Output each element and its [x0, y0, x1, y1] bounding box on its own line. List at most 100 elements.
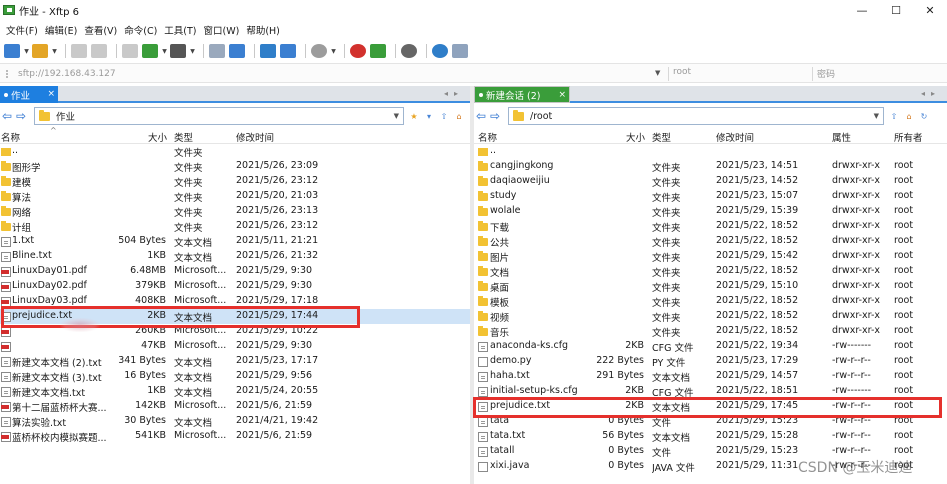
- table-row[interactable]: demo.py 222 Bytes PY 文件 2021/5/23, 17:29 -rw…: [474, 354, 947, 369]
- close-icon[interactable]: ×: [47, 89, 55, 99]
- chevron-down-icon[interactable]: ▼: [52, 44, 57, 58]
- table-row[interactable]: prejudice.txt 2KB 文本文档 2021/5/29, 17:45 -rw-…: [474, 399, 947, 414]
- record-icon[interactable]: [311, 44, 327, 58]
- close-button[interactable]: ✕: [913, 0, 947, 20]
- column-size[interactable]: 大小: [626, 130, 645, 144]
- table-row[interactable]: 音乐 文件夹 2021/5/22, 18:52 drwxr-xr-x root: [474, 324, 947, 339]
- table-row[interactable]: daqiaoweijiu 文件夹 2021/5/23, 14:52 drwxr-xr-…: [474, 174, 947, 189]
- table-row[interactable]: 下载 文件夹 2021/5/22, 18:52 drwxr-xr-x root: [474, 219, 947, 234]
- menu-view[interactable]: 查看(V): [84, 23, 117, 37]
- remote-path-input[interactable]: /root ▼: [508, 107, 884, 125]
- menu-file[interactable]: 文件(F): [6, 23, 38, 37]
- forward-arrow-icon[interactable]: ⇨: [14, 109, 28, 123]
- view-mode-icon[interactable]: [170, 44, 186, 58]
- table-row[interactable]: tata 0 Bytes 文件 2021/5/29, 15:23 -rw-r--r-- r…: [474, 414, 947, 429]
- maximize-button[interactable]: ☐: [879, 0, 913, 20]
- table-row[interactable]: wolale 文件夹 2021/5/29, 15:39 drwxr-xr-x root: [474, 204, 947, 219]
- table-row[interactable]: LinuxDay02.pdf 379KB Microsoft... 2021/5/29…: [0, 279, 470, 294]
- table-row[interactable]: 图形学 文件夹 2021/5/26, 23:09: [0, 159, 470, 174]
- sync-icon[interactable]: [280, 44, 296, 58]
- refresh-icon[interactable]: ↻: [468, 110, 470, 122]
- menu-command[interactable]: 命令(C): [124, 23, 157, 37]
- chat-icon[interactable]: [452, 44, 468, 58]
- column-owner[interactable]: 所有者: [894, 130, 923, 144]
- xftp-icon[interactable]: [370, 44, 386, 58]
- table-row[interactable]: haha.txt 291 Bytes 文本文档 2021/5/29, 14:57 -rw…: [474, 369, 947, 384]
- refresh-icon[interactable]: ↻: [918, 110, 930, 122]
- menu-help[interactable]: 帮助(H): [246, 23, 280, 37]
- transfer-icon[interactable]: [260, 44, 276, 58]
- table-row[interactable]: 视频 文件夹 2021/5/22, 18:52 drwxr-xr-x root: [474, 309, 947, 324]
- table-row[interactable]: 建模 文件夹 2021/5/26, 23:12: [0, 174, 470, 189]
- chevron-down-icon[interactable]: ▼: [874, 112, 879, 120]
- column-type[interactable]: 类型: [652, 130, 671, 144]
- column-type[interactable]: 类型: [174, 130, 193, 144]
- table-row[interactable]: .. 文件夹: [0, 144, 470, 159]
- table-row[interactable]: initial-setup-ks.cfg 2KB CFG 文件 2021/5/22, …: [474, 384, 947, 399]
- table-row[interactable]: 网络 文件夹 2021/5/26, 23:13: [0, 204, 470, 219]
- table-row[interactable]: Bline.txt 1KB 文本文档 2021/5/26, 21:32: [0, 249, 470, 264]
- connect-icon[interactable]: [71, 44, 87, 58]
- table-row[interactable]: 新建文本文档 (3).txt 16 Bytes 文本文档 2021/5/29, 9:5…: [0, 369, 470, 384]
- table-row[interactable]: cangjingkong 文件夹 2021/5/23, 14:51 drwxr-xr-…: [474, 159, 947, 174]
- menu-window[interactable]: 窗口(W): [204, 23, 240, 37]
- table-row[interactable]: 文档 文件夹 2021/5/22, 18:52 drwxr-xr-x root: [474, 264, 947, 279]
- table-row[interactable]: 算法实验.txt 30 Bytes 文本文档 2021/4/21, 19:42: [0, 414, 470, 429]
- menu-edit[interactable]: 编辑(E): [45, 23, 77, 37]
- minimize-button[interactable]: —: [845, 0, 879, 20]
- table-row[interactable]: 计组 文件夹 2021/5/26, 23:12: [0, 219, 470, 234]
- local-path-input[interactable]: 作业 ▼: [34, 107, 404, 125]
- table-row[interactable]: 图片 文件夹 2021/5/29, 15:42 drwxr-xr-x root: [474, 249, 947, 264]
- xshell-icon[interactable]: [350, 44, 366, 58]
- open-folder-icon[interactable]: [32, 44, 48, 58]
- chevron-down-icon[interactable]: ▼: [24, 44, 29, 58]
- forward-arrow-icon[interactable]: ⇨: [488, 109, 502, 123]
- chevron-down-icon[interactable]: ▼: [190, 44, 195, 58]
- upload-icon[interactable]: [229, 44, 245, 58]
- column-name[interactable]: 名称: [478, 130, 497, 144]
- table-row[interactable]: 新建文本文档.txt 1KB 文本文档 2021/5/24, 20:55: [0, 384, 470, 399]
- column-size[interactable]: 大小: [148, 130, 167, 144]
- table-row[interactable]: 桌面 文件夹 2021/5/29, 15:10 drwxr-xr-x root: [474, 279, 947, 294]
- table-row[interactable]: 公共 文件夹 2021/5/22, 18:52 drwxr-xr-x root: [474, 234, 947, 249]
- tab-scroll-icons[interactable]: ◂▸: [921, 89, 941, 98]
- tab-local[interactable]: 作业 ×: [0, 86, 58, 103]
- table-row[interactable]: study 文件夹 2021/5/23, 15:07 drwxr-xr-x root: [474, 189, 947, 204]
- password-field[interactable]: 密码: [812, 67, 942, 81]
- chevron-down-icon[interactable]: ▼: [162, 44, 167, 58]
- table-row[interactable]: anaconda-ks.cfg 2KB CFG 文件 2021/5/22, 19:34…: [474, 339, 947, 354]
- up-folder-icon[interactable]: ⇧: [438, 110, 450, 122]
- table-row[interactable]: tata.txt 56 Bytes 文本文档 2021/5/29, 15:28 -rw-…: [474, 429, 947, 444]
- column-name[interactable]: 名称: [1, 130, 20, 144]
- home-icon[interactable]: ⌂: [903, 110, 915, 122]
- gear-icon[interactable]: [401, 44, 417, 58]
- back-arrow-icon[interactable]: ⇦: [0, 109, 14, 123]
- column-modified[interactable]: 修改时间: [716, 130, 754, 144]
- username-field[interactable]: root: [668, 67, 806, 81]
- column-modified[interactable]: 修改时间: [236, 130, 274, 144]
- host-field[interactable]: sftp://192.168.43.127: [6, 67, 666, 81]
- table-row[interactable]: ..: [474, 144, 947, 159]
- up-folder-icon[interactable]: ⇧: [888, 110, 900, 122]
- table-row[interactable]: 1.txt 504 Bytes 文本文档 2021/5/11, 21:21: [0, 234, 470, 249]
- table-row[interactable]: 47KB Microsoft... 2021/5/29, 9:30: [0, 339, 470, 354]
- chevron-down-icon[interactable]: ▼: [655, 69, 660, 77]
- table-row[interactable]: LinuxDay01.pdf 6.48MB Microsoft... 2021/5/2…: [0, 264, 470, 279]
- table-row[interactable]: 第十二届蓝桥杯大赛... 142KB Microsoft... 2021/5/6, 2…: [0, 399, 470, 414]
- chevron-down-icon[interactable]: ▼: [394, 112, 399, 120]
- tab-remote-session[interactable]: 新建会话 (2) ×: [474, 86, 570, 103]
- home-icon[interactable]: ⌂: [453, 110, 465, 122]
- new-session-icon[interactable]: [4, 44, 20, 58]
- disconnect-icon[interactable]: [91, 44, 107, 58]
- back-arrow-icon[interactable]: ⇦: [474, 109, 488, 123]
- favorite-star-icon[interactable]: ★: [408, 110, 420, 122]
- chevron-down-icon[interactable]: ▾: [423, 110, 435, 122]
- help-icon[interactable]: [432, 44, 448, 58]
- table-row[interactable]: 模板 文件夹 2021/5/22, 18:52 drwxr-xr-x root: [474, 294, 947, 309]
- table-row[interactable]: 蓝桥杯校内模拟赛题... 541KB Microsoft... 2021/5/6, 2…: [0, 429, 470, 444]
- chevron-down-icon[interactable]: ▼: [331, 44, 336, 58]
- close-icon[interactable]: ×: [558, 90, 566, 100]
- properties-icon[interactable]: [209, 44, 225, 58]
- table-row[interactable]: LinuxDay03.pdf 408KB Microsoft... 2021/5/29…: [0, 294, 470, 309]
- local-view-icon[interactable]: [122, 44, 138, 58]
